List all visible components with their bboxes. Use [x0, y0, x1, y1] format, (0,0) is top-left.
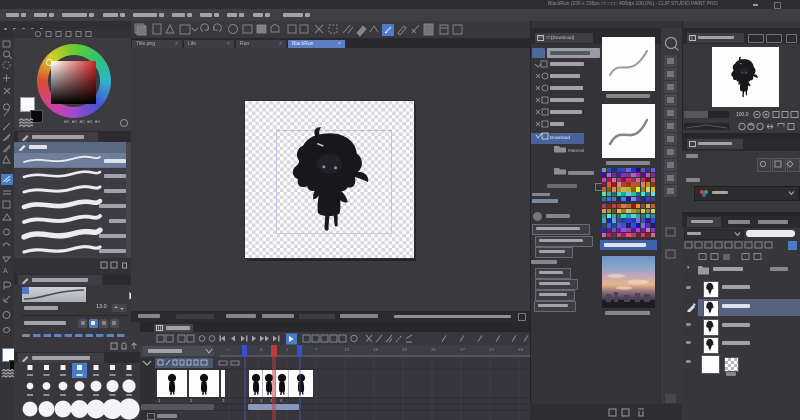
svg-text:19: 19 [373, 347, 379, 352]
svg-text:31: 31 [431, 347, 437, 352]
svg-text:25: 25 [402, 347, 408, 352]
svg-text:A: A [3, 268, 8, 275]
svg-text:43: 43 [489, 347, 495, 352]
svg-text:1: 1 [286, 347, 289, 352]
svg-text:49: 49 [518, 347, 524, 352]
svg-text:7: 7 [315, 347, 318, 352]
svg-text:—: — [226, 347, 231, 352]
svg-text:13: 13 [344, 347, 350, 352]
svg-text:4: 4 [260, 347, 263, 352]
svg-text:37: 37 [460, 347, 466, 352]
